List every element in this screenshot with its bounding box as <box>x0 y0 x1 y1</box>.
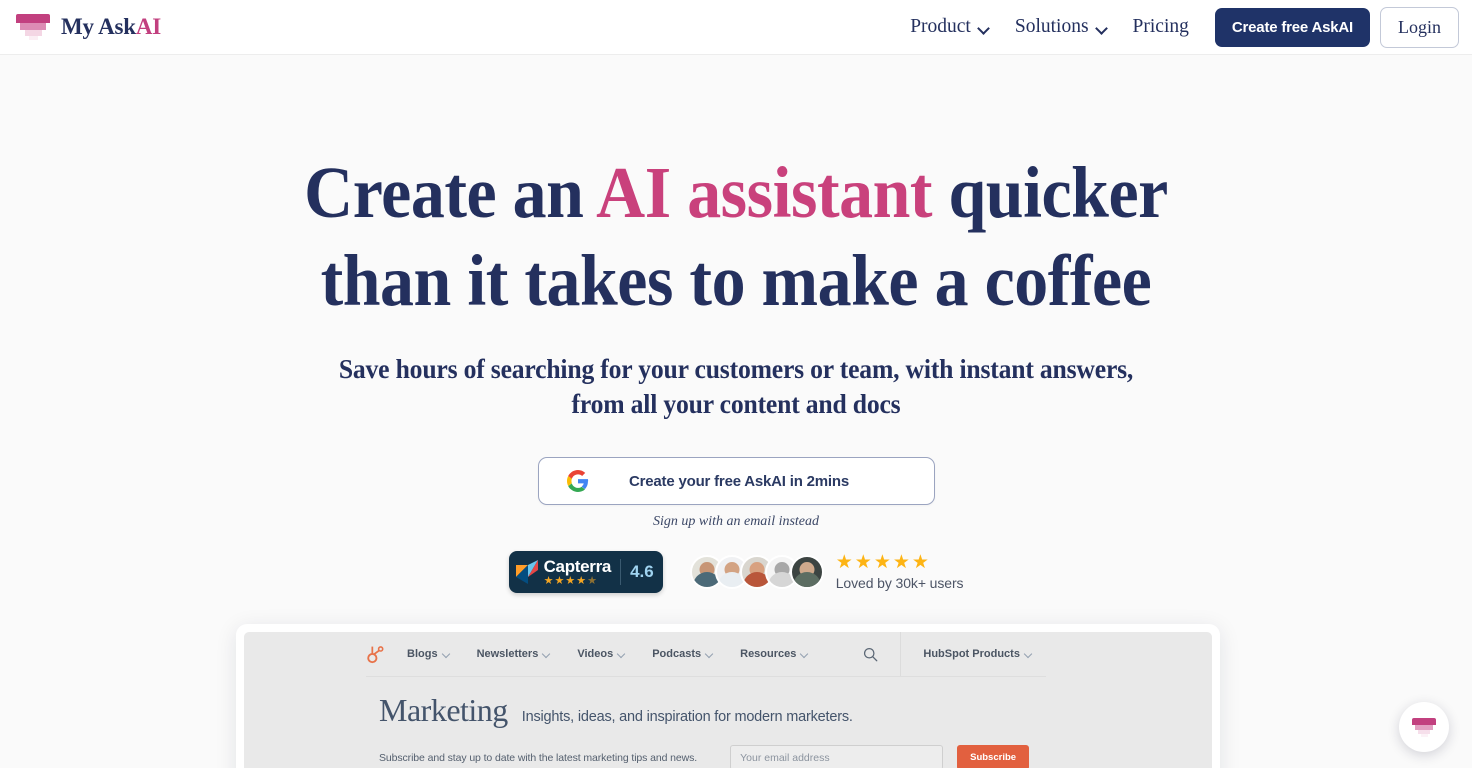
capterra-name: Capterra <box>543 556 612 576</box>
hubspot-nav-resources[interactable]: Resources <box>740 648 809 660</box>
nav-item-product[interactable]: Product <box>897 16 1002 38</box>
capterra-rating-badge[interactable]: Capterra ★ ★ ★ ★ ★ 4.6 <box>508 551 663 593</box>
social-proof-row: Capterra ★ ★ ★ ★ ★ 4.6 ★ ★ ★ ★ ★ Loved b… <box>0 551 1472 593</box>
nav-item-product-label: Product <box>910 16 971 37</box>
capterra-text-block: Capterra ★ ★ ★ ★ ★ <box>544 558 612 587</box>
google-signup-button[interactable]: Create your free AskAI in 2mins <box>537 457 935 505</box>
hubspot-nav-podcasts-label: Podcasts <box>652 648 702 660</box>
five-star-rating: ★ ★ ★ ★ ★ <box>835 552 929 573</box>
site-header: My AskAI Product Solutions Pricing Creat… <box>0 0 1472 55</box>
email-signup-link[interactable]: Sign up with an email instead <box>653 514 819 530</box>
nav-item-pricing-label: Pricing <box>1132 16 1189 37</box>
capterra-score: 4.6 <box>630 562 654 581</box>
google-g-icon <box>566 470 588 492</box>
nav-item-solutions-label: Solutions <box>1014 16 1089 37</box>
hubspot-tagline: Insights, ideas, and inspiration for mod… <box>521 709 853 725</box>
subscribe-description: Subscribe and stay up to date with the l… <box>379 751 698 764</box>
subheading-line-1: Save hours of searching for your custome… <box>338 354 1134 384</box>
hubspot-nav-resources-label: Resources <box>740 648 797 660</box>
funnel-logo-icon <box>1412 717 1436 737</box>
capterra-flag-icon <box>515 560 538 584</box>
main-navigation: Product Solutions Pricing Create free As… <box>897 6 1459 48</box>
email-input[interactable]: Your email address <box>730 745 944 768</box>
chevron-down-icon <box>543 652 551 657</box>
user-avatar-stack <box>689 555 824 589</box>
capterra-divider <box>620 559 622 585</box>
headline-part-1: Create an <box>304 152 597 233</box>
hubspot-nav-videos[interactable]: Videos <box>577 648 626 660</box>
headline-line-2: than it takes to make a coffee <box>320 240 1152 321</box>
nav-underline <box>366 676 1046 677</box>
nav-item-solutions[interactable]: Solutions <box>1002 16 1120 38</box>
hubspot-nav-blogs[interactable]: Blogs <box>407 648 451 660</box>
hubspot-nav-podcasts[interactable]: Podcasts <box>652 648 714 660</box>
capterra-stars: ★ ★ ★ ★ ★ <box>543 574 597 587</box>
hubspot-products-label: HubSpot Products <box>923 648 1020 660</box>
brand-name-accent: AI <box>135 14 162 39</box>
chevron-down-icon <box>1096 24 1107 31</box>
hero-section: Create an AI assistant quicker than it t… <box>0 55 1472 593</box>
create-free-askai-button[interactable]: Create free AskAI <box>1214 7 1370 47</box>
login-button[interactable]: Login <box>1380 6 1459 48</box>
hubspot-subscribe-row: Subscribe and stay up to date with the l… <box>244 745 1212 768</box>
hubspot-section-title: Marketing <box>379 692 508 728</box>
chevron-down-icon <box>618 652 626 657</box>
hubspot-nav: Blogs Newsletters Videos Podcasts Resour… <box>244 632 1212 677</box>
chevron-down-icon <box>801 652 809 657</box>
nav-divider <box>900 632 902 676</box>
google-signup-label: Create your free AskAI in 2mins <box>629 472 849 490</box>
chat-widget-button[interactable] <box>1399 702 1449 752</box>
search-icon[interactable] <box>863 647 878 662</box>
avatar <box>789 555 824 589</box>
brand-name-prefix: My Ask <box>61 14 136 39</box>
headline-accent: AI assistant <box>596 152 933 233</box>
chevron-down-icon <box>706 652 714 657</box>
hubspot-sprocket-icon <box>367 645 384 663</box>
hero-cta-group: Create your free AskAI in 2mins Sign up … <box>0 457 1472 530</box>
chevron-down-icon <box>978 24 989 31</box>
hubspot-nav-videos-label: Videos <box>577 648 614 660</box>
product-screenshot-card: Blogs Newsletters Videos Podcasts Resour… <box>236 624 1220 768</box>
chevron-down-icon <box>1025 652 1033 657</box>
page-title: Create an AI assistant quicker than it t… <box>52 149 1421 325</box>
hubspot-nav-blogs-label: Blogs <box>407 648 438 660</box>
headline-part-2: quicker <box>932 152 1169 233</box>
user-rating-block: ★ ★ ★ ★ ★ Loved by 30k+ users <box>836 553 964 591</box>
subheading-line-2: from all your content and docs <box>571 389 901 419</box>
hubspot-products-menu[interactable]: HubSpot Products <box>923 648 1033 660</box>
hubspot-screenshot: Blogs Newsletters Videos Podcasts Resour… <box>244 632 1212 768</box>
loved-by-users-label: Loved by 30k+ users <box>835 575 964 591</box>
brand-logo-link[interactable]: My AskAI <box>16 14 161 40</box>
hubspot-title-row: Marketing Insights, ideas, and inspirati… <box>244 694 1212 726</box>
funnel-logo-icon <box>16 14 50 40</box>
nav-item-pricing[interactable]: Pricing <box>1120 16 1202 38</box>
brand-name: My AskAI <box>61 14 161 40</box>
subscribe-button[interactable]: Subscribe <box>957 745 1030 768</box>
hubspot-nav-newsletters[interactable]: Newsletters <box>477 648 552 660</box>
hubspot-nav-newsletters-label: Newsletters <box>476 648 539 660</box>
chevron-down-icon <box>443 652 451 657</box>
hero-subheading: Save hours of searching for your custome… <box>37 352 1435 422</box>
